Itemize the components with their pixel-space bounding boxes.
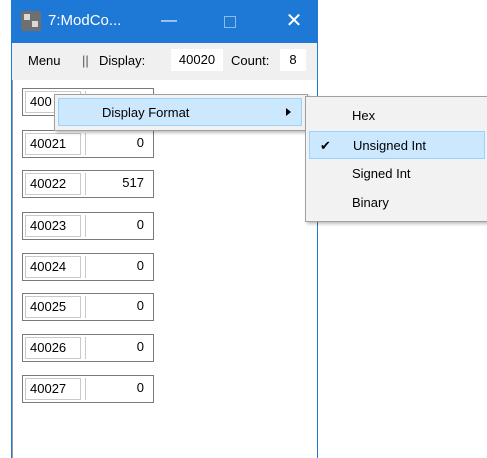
maximize-button[interactable] xyxy=(216,8,244,34)
register-value[interactable]: 0 xyxy=(85,256,150,278)
checkmark-icon: ✔ xyxy=(320,138,331,153)
submenu-item-unsigned-int[interactable]: ✔ Unsigned Int xyxy=(309,131,485,159)
display-label: Display: xyxy=(99,53,146,68)
maximize-icon xyxy=(224,16,236,28)
app-window: 7:ModCo... — ✕ Menu || Display: 40020 Co… xyxy=(11,0,318,458)
register-row[interactable]: 40022 517 xyxy=(22,170,154,198)
register-row[interactable]: 40023 0 xyxy=(22,212,154,240)
submenu-item-label: Unsigned Int xyxy=(353,138,426,153)
menu-item-display-format[interactable]: Display Format xyxy=(58,98,302,126)
submenu-item-label: Binary xyxy=(352,195,389,210)
register-value[interactable]: 0 xyxy=(85,337,150,359)
toolbar: Menu || Display: 40020 Count: 8 xyxy=(12,46,317,76)
register-list: 400 40021 0 40022 517 40023 0 40024 0 40… xyxy=(12,80,317,458)
window-title: 7:ModCo... xyxy=(48,12,122,29)
display-start-input[interactable]: 40020 xyxy=(171,49,223,71)
minimize-button[interactable]: — xyxy=(155,8,183,34)
register-address: 40021 xyxy=(25,133,81,155)
register-value[interactable]: 0 xyxy=(85,133,150,155)
register-address: 40022 xyxy=(25,173,81,195)
title-bar[interactable]: 7:ModCo... — ✕ xyxy=(12,0,317,43)
register-row[interactable]: 40025 0 xyxy=(22,293,154,321)
app-icon xyxy=(21,11,41,31)
submenu-item-label: Hex xyxy=(352,108,376,123)
register-address: 40024 xyxy=(25,256,81,278)
submenu-item-binary[interactable]: Binary xyxy=(309,189,485,217)
submenu-arrow-icon xyxy=(286,108,291,116)
register-row[interactable]: 40024 0 xyxy=(22,253,154,281)
menu-item-label: Display Format xyxy=(102,105,190,120)
submenu-item-label: Signed Int xyxy=(352,166,411,181)
register-address: 40025 xyxy=(25,296,81,318)
display-format-submenu: Hex ✔ Unsigned Int Signed Int Binary xyxy=(305,96,487,222)
submenu-item-signed-int[interactable]: Signed Int xyxy=(309,160,485,188)
toolbar-separator: || xyxy=(82,53,89,68)
count-label: Count: xyxy=(231,53,270,68)
register-value[interactable]: 0 xyxy=(85,296,150,318)
register-address: 40023 xyxy=(25,215,81,237)
register-address: 40027 xyxy=(25,378,81,400)
register-address: 40026 xyxy=(25,337,81,359)
submenu-item-hex[interactable]: Hex xyxy=(309,102,485,130)
register-row[interactable]: 40021 0 xyxy=(22,130,154,158)
register-value[interactable]: 0 xyxy=(85,378,150,400)
register-value[interactable]: 0 xyxy=(85,215,150,237)
register-row[interactable]: 40026 0 xyxy=(22,334,154,362)
register-value[interactable]: 517 xyxy=(85,173,150,195)
count-input[interactable]: 8 xyxy=(280,49,306,71)
menu-link[interactable]: Menu xyxy=(28,53,61,68)
register-row[interactable]: 40027 0 xyxy=(22,375,154,403)
close-button[interactable]: ✕ xyxy=(280,8,308,34)
context-menu: Display Format xyxy=(54,94,308,131)
